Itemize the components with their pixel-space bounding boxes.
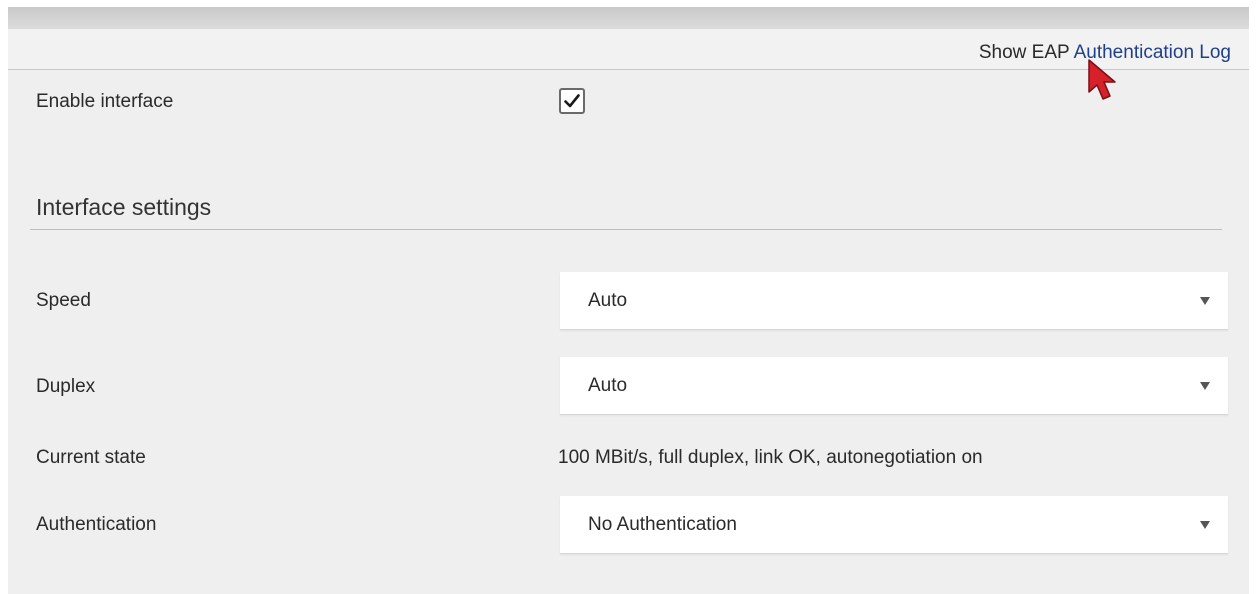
authentication-label: Authentication — [36, 514, 157, 535]
eap-link-prefix[interactable]: Show EAP — [979, 42, 1074, 63]
duplex-label: Duplex — [36, 376, 96, 397]
current-state-value: 100 MBit/s, full duplex, link OK, autone… — [558, 447, 983, 468]
duplex-select-value: Auto — [588, 374, 628, 396]
chevron-down-icon — [1200, 296, 1210, 305]
enable-interface-label: Enable interface — [36, 91, 174, 112]
checkmark-icon — [564, 94, 580, 108]
duplex-select[interactable]: Auto — [560, 357, 1228, 415]
speed-select[interactable]: Auto — [560, 272, 1228, 330]
interface-settings-title: Interface settings — [36, 194, 212, 220]
window-top-bar — [8, 7, 1249, 29]
authentication-select[interactable]: No Authentication — [560, 496, 1228, 554]
mouse-cursor-icon — [1088, 59, 1116, 100]
speed-label: Speed — [36, 290, 91, 311]
section-divider — [30, 229, 1222, 230]
chevron-down-icon — [1200, 520, 1210, 529]
chevron-down-icon — [1200, 381, 1210, 390]
authentication-select-value: No Authentication — [588, 513, 737, 535]
current-state-label: Current state — [36, 447, 146, 468]
enable-interface-checkbox[interactable] — [559, 88, 585, 114]
speed-select-value: Auto — [588, 289, 628, 311]
